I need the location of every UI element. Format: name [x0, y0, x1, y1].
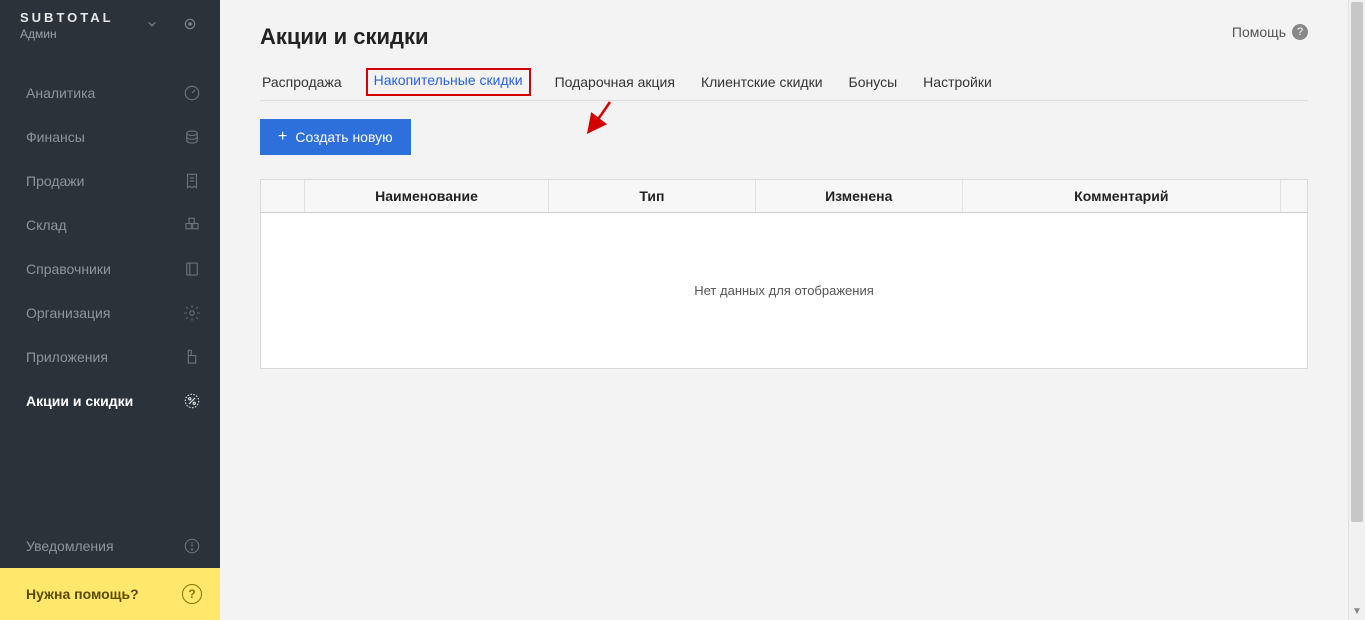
tab-sale[interactable]: Распродажа	[260, 72, 344, 92]
sidebar-item-promotions[interactable]: Акции и скидки	[0, 379, 220, 423]
gauge-icon	[182, 83, 202, 103]
tab-client-discounts[interactable]: Клиентские скидки	[699, 72, 825, 92]
grid-col-comment[interactable]: Комментарий	[963, 180, 1281, 212]
sidebar-nav: Аналитика Финансы Продажи Склад Справочн…	[0, 51, 220, 568]
tab-cumulative-discounts[interactable]: Накопительные скидки	[366, 68, 531, 96]
tab-gift-promo[interactable]: Подарочная акция	[553, 72, 677, 92]
sidebar: SUBTOTAL Админ Аналитика Финансы Продажи	[0, 0, 220, 620]
scrollbar-thumb[interactable]	[1351, 2, 1363, 522]
sidebar-item-apps[interactable]: Приложения	[0, 335, 220, 379]
sidebar-item-sales[interactable]: Продажи	[0, 159, 220, 203]
sidebar-item-label: Финансы	[26, 129, 85, 145]
create-new-button[interactable]: + Создать новую	[260, 119, 411, 155]
tab-bonuses[interactable]: Бонусы	[847, 72, 900, 92]
grid-col-checkbox[interactable]	[261, 180, 305, 212]
grid-header-row: Наименование Тип Изменена Комментарий	[261, 180, 1307, 213]
chevron-down-icon	[145, 17, 159, 34]
receipt-icon	[182, 171, 202, 191]
sidebar-item-label: Продажи	[26, 173, 84, 189]
sidebar-header: SUBTOTAL Админ	[0, 0, 220, 51]
grid-col-actions[interactable]	[1281, 180, 1307, 212]
sidebar-item-label: Организация	[26, 305, 110, 321]
sidebar-item-label: Склад	[26, 217, 67, 233]
sidebar-item-finance[interactable]: Финансы	[0, 115, 220, 159]
question-circle-icon: ?	[1292, 24, 1308, 40]
help-link[interactable]: Помощь ?	[1232, 24, 1308, 40]
alert-icon	[182, 536, 202, 556]
grid-empty-message: Нет данных для отображения	[261, 213, 1307, 368]
brand-role: Админ	[20, 27, 128, 41]
help-link-label: Помощь	[1232, 24, 1286, 40]
brand-block: SUBTOTAL Админ	[20, 10, 128, 41]
brand-name: SUBTOTAL	[20, 10, 128, 25]
gear-icon	[182, 303, 202, 323]
sidebar-item-label: Акции и скидки	[26, 393, 133, 409]
plugin-icon	[182, 347, 202, 367]
sidebar-item-analytics[interactable]: Аналитика	[0, 71, 220, 115]
help-footer[interactable]: Нужна помощь? ?	[0, 568, 220, 620]
grid-col-modified[interactable]: Изменена	[756, 180, 963, 212]
sidebar-item-notifications[interactable]: Уведомления	[0, 524, 220, 568]
percent-icon	[182, 391, 202, 411]
help-footer-label: Нужна помощь?	[26, 586, 139, 602]
target-button[interactable]	[176, 12, 204, 40]
boxes-icon	[182, 215, 202, 235]
main-content: Акции и скидки Помощь ? Распродажа Накоп…	[220, 0, 1348, 620]
sidebar-item-stock[interactable]: Склад	[0, 203, 220, 247]
sidebar-item-label: Уведомления	[26, 538, 114, 554]
create-new-label: Создать новую	[295, 129, 392, 145]
tab-settings[interactable]: Настройки	[921, 72, 994, 92]
grid-col-type[interactable]: Тип	[549, 180, 756, 212]
page-title: Акции и скидки	[260, 24, 429, 50]
target-icon	[183, 17, 197, 34]
tabs: Распродажа Накопительные скидки Подарочн…	[260, 72, 1308, 101]
sidebar-item-label: Приложения	[26, 349, 108, 365]
book-icon	[182, 259, 202, 279]
scroll-down-icon: ▼	[1349, 603, 1365, 620]
question-icon: ?	[182, 584, 202, 604]
toolbar: + Создать новую	[260, 119, 1308, 155]
sidebar-item-label: Аналитика	[26, 85, 95, 101]
sidebar-item-reference[interactable]: Справочники	[0, 247, 220, 291]
sidebar-item-organization[interactable]: Организация	[0, 291, 220, 335]
window-scrollbar[interactable]: ▲ ▼	[1348, 0, 1365, 620]
plus-icon: +	[278, 129, 287, 145]
sidebar-item-label: Справочники	[26, 261, 111, 277]
org-switcher-chevron[interactable]	[138, 12, 166, 40]
page-header: Акции и скидки Помощь ?	[260, 24, 1308, 50]
data-grid: Наименование Тип Изменена Комментарий Не…	[260, 179, 1308, 369]
grid-col-name[interactable]: Наименование	[305, 180, 549, 212]
coins-icon	[182, 127, 202, 147]
